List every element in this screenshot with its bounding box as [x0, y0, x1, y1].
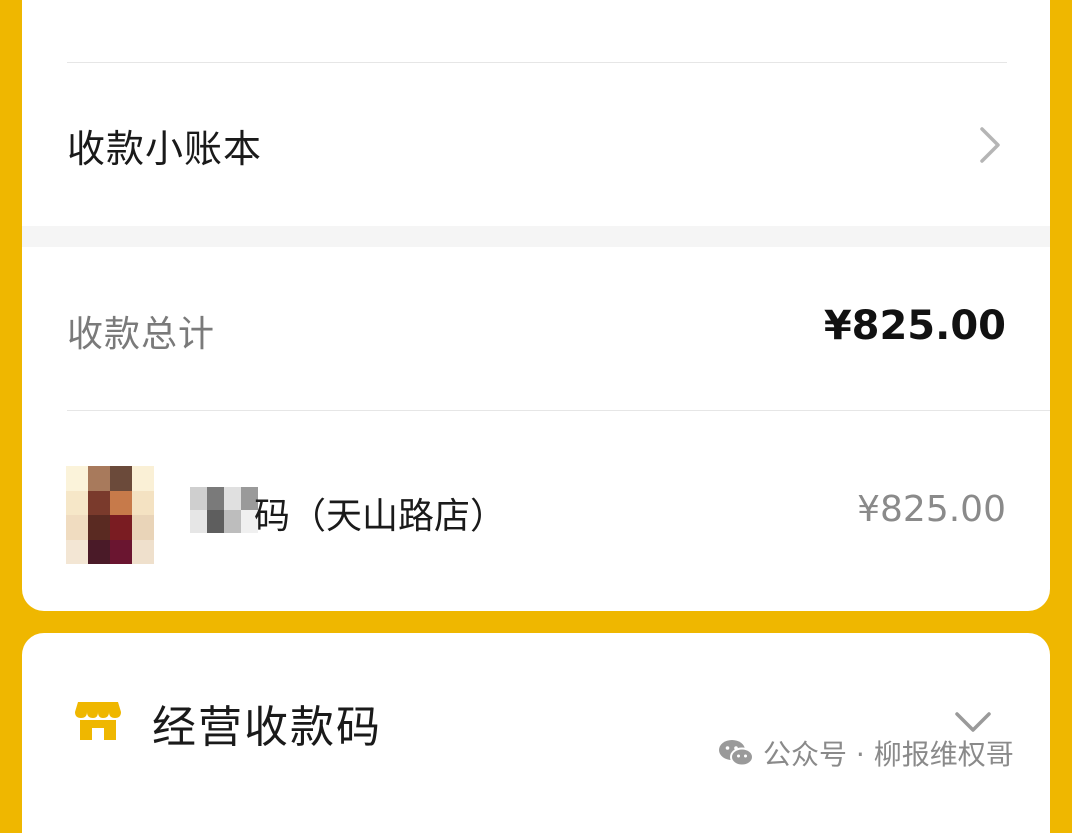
total-value: ¥825.00: [823, 303, 1006, 349]
business-code-title: 经营收款码: [152, 702, 382, 753]
ledger-label: 收款小账本: [67, 127, 263, 171]
store-amount: ¥825.00: [857, 489, 1006, 530]
receipt-summary-card: 收款小账本 收款总计 ¥825.00 码（天山路店） ¥825.00: [22, 0, 1050, 611]
divider: [67, 410, 1050, 411]
total-label: 收款总计: [67, 314, 216, 355]
store-name: 码（天山路店）: [254, 496, 507, 537]
divider: [67, 62, 1007, 63]
business-code-card[interactable]: 经营收款码 公众号 · 柳报维权哥: [22, 633, 1050, 833]
watermark-text: 公众号 · 柳报维权哥: [763, 738, 1014, 771]
avatar: [66, 466, 154, 564]
watermark: 公众号 · 柳报维权哥: [717, 733, 1014, 773]
redacted-text: [190, 487, 258, 533]
section-gap: [22, 226, 1050, 247]
chevron-right-icon: [980, 127, 1000, 163]
chevron-down-icon[interactable]: [954, 711, 992, 733]
wechat-icon: [719, 740, 754, 767]
shop-icon: [75, 702, 121, 740]
